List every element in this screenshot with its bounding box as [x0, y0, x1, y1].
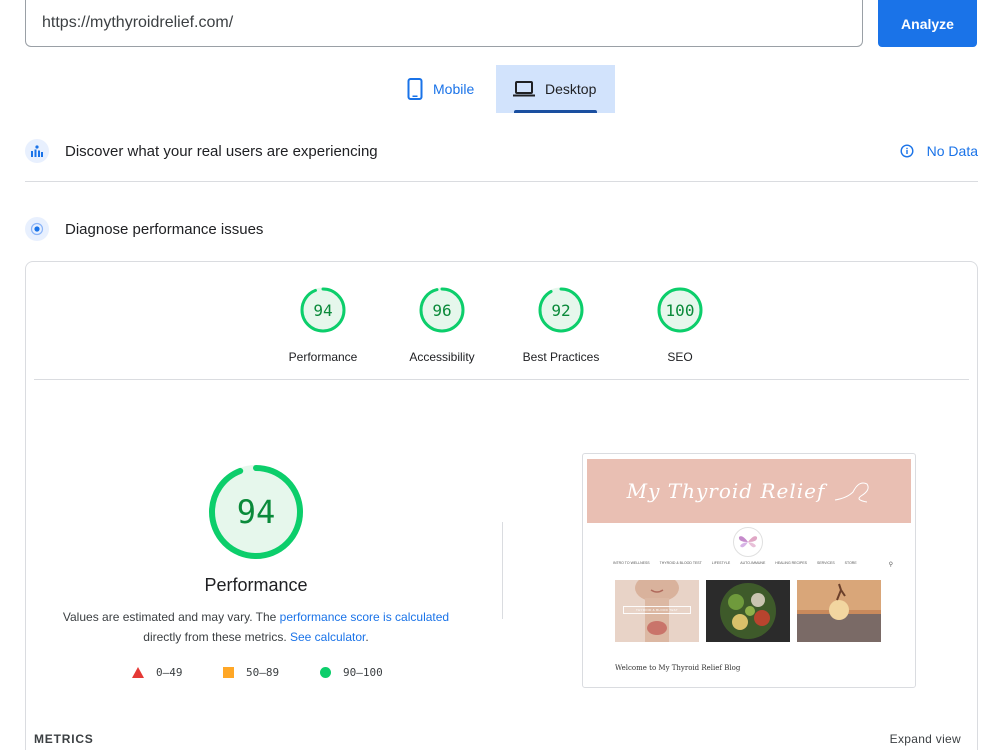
no-data-label: No Data: [926, 143, 978, 159]
thumb-salad: [706, 580, 790, 642]
tab-mobile[interactable]: Mobile: [395, 65, 495, 113]
score-gauge-performance[interactable]: 94 Performance: [263, 286, 383, 364]
field-data-header: Discover what your real users are experi…: [25, 139, 978, 163]
scores-divider: [34, 379, 969, 380]
score-ring: 96: [418, 286, 466, 334]
circle-icon: [320, 667, 331, 678]
score-gauge-best-practices[interactable]: 92 Best Practices: [501, 286, 621, 364]
tab-desktop[interactable]: Desktop: [496, 65, 615, 113]
score-label: Performance: [288, 350, 358, 364]
analyze-button[interactable]: Analyze: [878, 0, 977, 47]
nav-item: HEALING RECIPES: [775, 561, 808, 565]
performance-score-link[interactable]: performance score is calculated: [280, 610, 449, 624]
legend-average: 50–89: [223, 666, 279, 679]
welcome-text: Welcome to My Thyroid Relief Blog: [615, 664, 741, 672]
square-icon: [223, 667, 234, 678]
site-banner: My Thyroid Relief: [587, 459, 911, 523]
performance-score: 94: [236, 493, 276, 531]
legend-pass: 90–100: [320, 666, 383, 679]
search-icon: ⚲: [888, 562, 893, 568]
note-text: directly from these metrics.: [143, 630, 290, 644]
score-ring: 94: [299, 286, 347, 334]
lab-data-icon: [25, 217, 49, 241]
score-label: SEO: [667, 350, 693, 364]
nav-item: THYROID & BLOOD TEST: [659, 561, 702, 565]
laptop-icon: [513, 81, 535, 97]
score-ring: 100: [656, 286, 704, 334]
no-data-status: No Data: [900, 143, 978, 159]
report-card: 94 Performance 96 Accessibility 92 Best …: [25, 261, 978, 750]
field-data-icon: [25, 139, 49, 163]
score-gauge-accessibility[interactable]: 96 Accessibility: [382, 286, 502, 364]
legend-range: 90–100: [343, 666, 383, 679]
nav-item: LIFESTYLE: [711, 561, 731, 565]
butterfly-icon: [738, 536, 758, 548]
tab-desktop-label: Desktop: [545, 81, 597, 97]
site-logo: [733, 527, 763, 557]
phone-icon: [407, 78, 423, 100]
legend-range: 0–49: [156, 666, 183, 679]
performance-title: Performance: [204, 575, 308, 595]
performance-gauge: 94: [208, 464, 304, 560]
lab-data-header: Diagnose performance issues: [25, 217, 978, 241]
site-nav: INTRO TO WELLNESS THYROID & BLOOD TEST L…: [613, 561, 893, 568]
nav-item: AUTO-IMMUNE: [740, 561, 766, 565]
legend-fail: 0–49: [132, 666, 183, 679]
lab-data-title: Diagnose performance issues: [65, 220, 264, 238]
expand-view-button[interactable]: Expand view: [890, 732, 961, 746]
url-input[interactable]: [25, 0, 863, 47]
score-value: 96: [432, 300, 452, 320]
note-text: .: [365, 630, 369, 644]
score-gauge-seo[interactable]: 100 SEO: [620, 286, 740, 364]
butterfly-outline-icon: [835, 482, 869, 503]
section-divider: [25, 181, 978, 182]
vertical-separator: [502, 522, 503, 619]
field-data-title: Discover what your real users are experi…: [65, 142, 378, 160]
score-label: Accessibility: [409, 350, 475, 364]
thumb-sunset: [797, 580, 881, 642]
score-label: Best Practices: [522, 350, 600, 364]
triangle-icon: [132, 667, 144, 678]
info-icon: [900, 144, 914, 158]
site-title: My Thyroid Relief: [626, 479, 826, 503]
page-screenshot: My Thyroid Relief INTRO TO WELLNESS THYR…: [582, 453, 916, 688]
score-value: 100: [665, 300, 695, 320]
nav-item: SERVICES: [817, 561, 835, 565]
tab-mobile-label: Mobile: [433, 81, 475, 97]
score-value: 92: [551, 300, 571, 320]
metrics-label: METRICS: [34, 732, 94, 746]
note-text: Values are estimated and may vary. The: [62, 610, 280, 624]
score-ring: 92: [537, 286, 585, 334]
thumb-button: THYROID & BLOOD TEST: [623, 606, 691, 614]
see-calculator-link[interactable]: See calculator: [290, 630, 365, 644]
thumb-thyroid: THYROID & BLOOD TEST: [615, 580, 699, 642]
nav-item: INTRO TO WELLNESS: [613, 561, 650, 565]
performance-note: Values are estimated and may vary. The p…: [56, 607, 456, 647]
legend-range: 50–89: [246, 666, 280, 679]
nav-item: STORE: [844, 561, 857, 565]
score-value: 94: [313, 300, 333, 320]
